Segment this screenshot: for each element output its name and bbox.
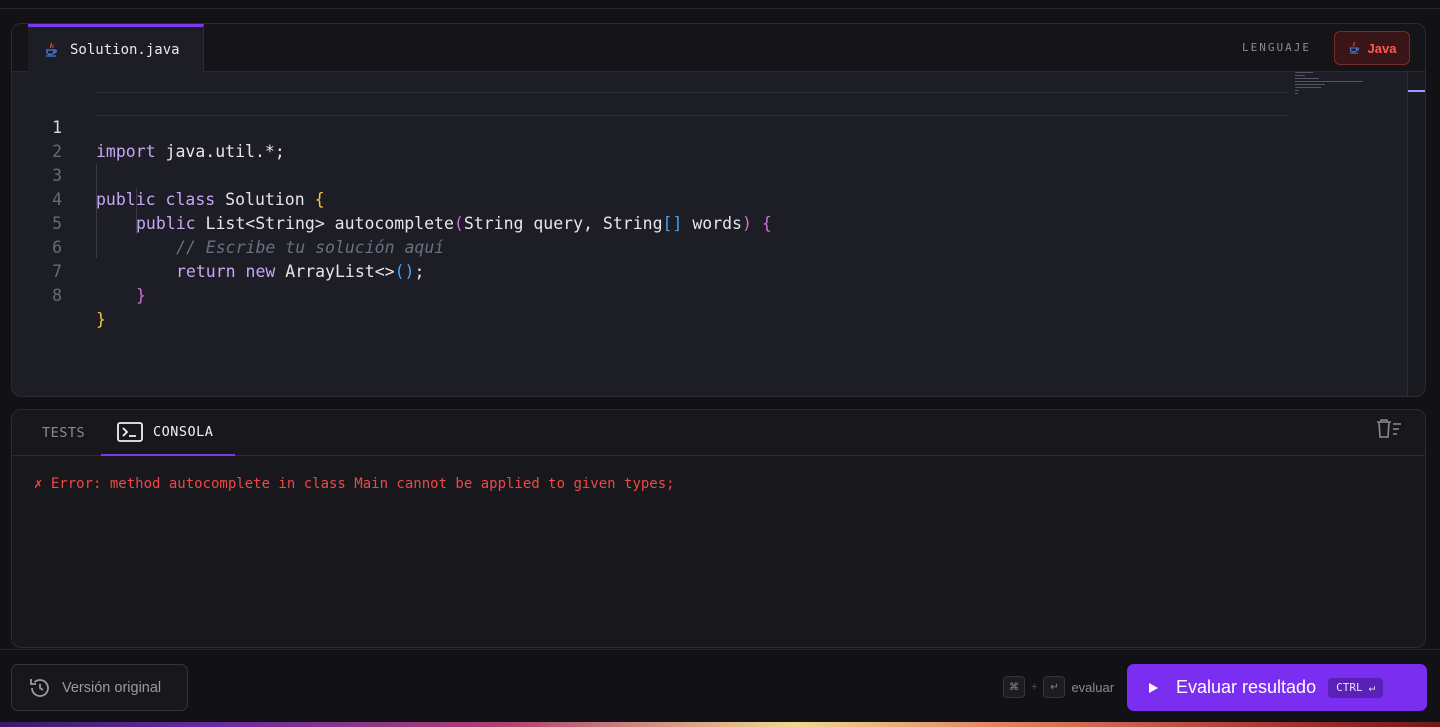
output-tabs: TESTS CONSOLA bbox=[12, 410, 1425, 456]
code-line: 3 public class Solution { bbox=[12, 140, 1292, 209]
line-number: 8 bbox=[52, 286, 62, 305]
bottom-glow-decoration bbox=[0, 722, 1440, 727]
code-line: 5 // Escribe tu solución aquí bbox=[12, 188, 1292, 257]
java-icon bbox=[1349, 41, 1359, 54]
code-line: 8 } bbox=[12, 260, 1292, 329]
file-tab-label: Solution.java bbox=[70, 41, 180, 58]
action-footer: Versión original ⌘ + ↵ evaluar Evaluar r… bbox=[0, 649, 1440, 727]
code-minimap[interactable] bbox=[1295, 72, 1405, 94]
history-icon bbox=[30, 678, 49, 697]
code-line: 2 bbox=[12, 116, 1292, 161]
language-select-button[interactable]: Java bbox=[1334, 31, 1410, 65]
code-token: } bbox=[96, 310, 106, 329]
top-divider bbox=[0, 0, 1440, 9]
console-error-output: ✗ Error: method autocomplete in class Ma… bbox=[34, 476, 675, 492]
evaluate-hint: evaluar bbox=[1071, 679, 1115, 695]
original-version-label: Versión original bbox=[62, 679, 162, 696]
keyboard-shortcut-hint: ⌘ + ↵ evaluar bbox=[1003, 676, 1114, 698]
tab-tests-label: TESTS bbox=[42, 425, 86, 441]
code-line: 1 import java.util.*; bbox=[12, 92, 1292, 161]
enter-symbol: ↵ bbox=[1368, 681, 1376, 694]
tab-consola[interactable]: CONSOLA bbox=[101, 410, 235, 456]
clear-console-icon[interactable] bbox=[1375, 418, 1403, 440]
tab-consola-label: CONSOLA bbox=[153, 424, 214, 440]
scrollbar-thumb[interactable] bbox=[1408, 90, 1425, 92]
editor-header: Solution.java LENGUAJE Java bbox=[12, 24, 1425, 72]
code-line: 7 } bbox=[12, 236, 1292, 305]
code-token: } bbox=[136, 286, 146, 305]
ctrl-enter-badge: CTRL ↵ bbox=[1328, 677, 1384, 698]
editor-scrollbar[interactable] bbox=[1407, 72, 1425, 396]
play-icon bbox=[1149, 682, 1158, 693]
code-area[interactable]: 1 import java.util.*; 2 3 public class S… bbox=[12, 72, 1407, 396]
code-line: 4 public List<String> autocomplete(Strin… bbox=[12, 164, 1292, 233]
java-icon bbox=[46, 42, 57, 57]
code-line: 6 return new ArrayList<>(); bbox=[12, 212, 1292, 281]
language-label: LENGUAJE bbox=[1242, 41, 1311, 54]
evaluate-button-label: Evaluar resultado bbox=[1176, 677, 1317, 697]
enter-key: ↵ bbox=[1043, 676, 1066, 698]
file-tab-solution[interactable]: Solution.java bbox=[28, 24, 204, 72]
evaluate-button[interactable]: Evaluar resultado CTRL ↵ bbox=[1127, 664, 1427, 711]
terminal-icon bbox=[117, 422, 143, 442]
ctrl-label: CTRL bbox=[1336, 681, 1363, 694]
tab-tests[interactable]: TESTS bbox=[42, 410, 85, 456]
code-editor-panel: Solution.java LENGUAJE Java 1 import jav… bbox=[11, 23, 1426, 397]
cmd-key: ⌘ bbox=[1003, 676, 1025, 698]
original-version-button[interactable]: Versión original bbox=[11, 664, 188, 711]
output-panel: TESTS CONSOLA ✗ Error: method autocomple… bbox=[11, 409, 1426, 648]
language-select-label: Java bbox=[1367, 40, 1397, 56]
plus-sign: + bbox=[1031, 681, 1038, 693]
